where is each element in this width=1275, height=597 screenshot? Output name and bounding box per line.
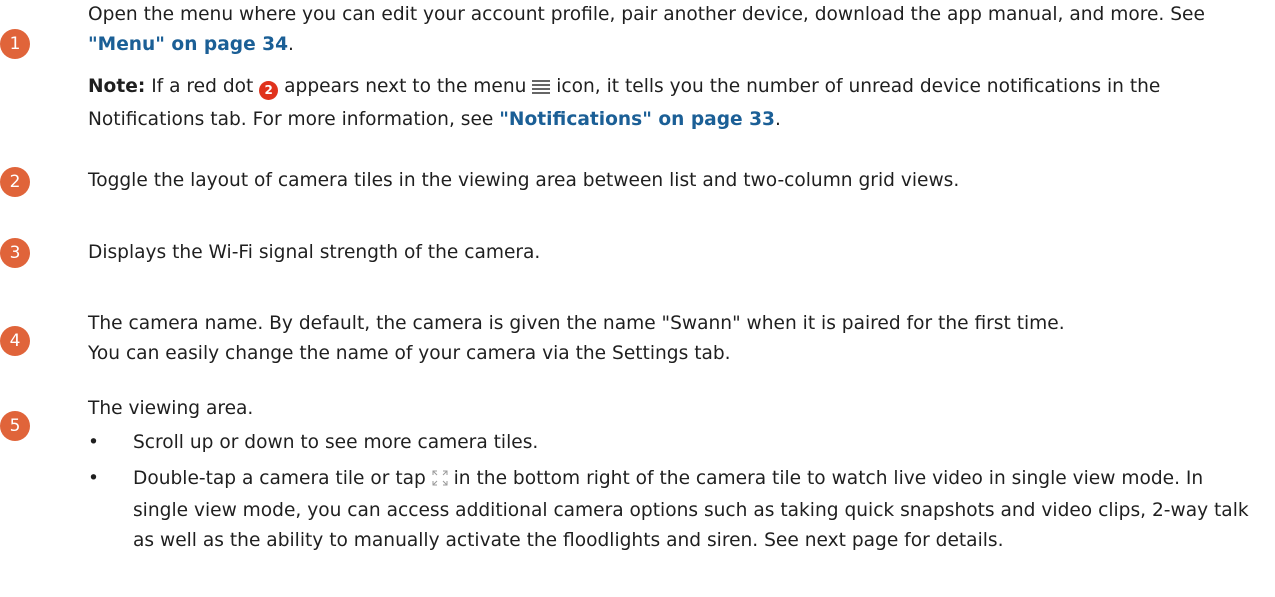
step-number-2: 2 — [0, 167, 30, 197]
step-4-line-2: You can easily change the name of your c… — [88, 343, 731, 364]
fullscreen-icon — [432, 466, 448, 496]
step-3-description: Displays the Wi-Fi signal strength of th… — [88, 242, 541, 263]
bullet: • — [88, 468, 99, 489]
step-5-intro: The viewing area. — [88, 398, 254, 419]
bullet: • — [88, 432, 99, 453]
list-item: • Double-tap a camera tile or tap in the … — [88, 464, 1263, 556]
notifications-page-link[interactable]: "Notifications" on page 33 — [499, 109, 775, 130]
step-4-block: The camera name. By default, the camera … — [88, 309, 1263, 369]
step-2-block: Toggle the layout of camera tiles in the… — [88, 166, 1263, 196]
step-5-block: The viewing area. • Scroll up or down to … — [88, 394, 1263, 556]
step-number-5: 5 — [0, 411, 30, 441]
menu-icon — [532, 75, 551, 105]
step-1-block: Open the menu where you can edit your ac… — [88, 0, 1263, 135]
list-item: • Scroll up or down to see more camera ti… — [88, 428, 1263, 458]
step-3-block: Displays the Wi-Fi signal strength of th… — [88, 238, 1263, 268]
step-number-3: 3 — [0, 238, 30, 268]
step-number-1: 1 — [0, 29, 30, 59]
step-1-note: Note: If a red dot 2 appears next to the… — [88, 75, 1161, 130]
step-5-bullet-list: • Scroll up or down to see more camera ti… — [88, 428, 1263, 556]
notifications-tab-label: Notifications — [88, 109, 205, 130]
step-1-description: Open the menu where you can edit your ac… — [88, 4, 1205, 55]
step-2-description: Toggle the layout of camera tiles in the… — [88, 170, 960, 191]
step-4-line-1: The camera name. By default, the camera … — [88, 313, 1065, 334]
settings-tab-label: Settings — [612, 343, 689, 364]
notification-count-badge: 2 — [259, 80, 279, 100]
menu-page-link[interactable]: "Menu" on page 34 — [88, 34, 288, 55]
step-number-4: 4 — [0, 326, 30, 356]
note-label: Note: — [88, 76, 146, 97]
